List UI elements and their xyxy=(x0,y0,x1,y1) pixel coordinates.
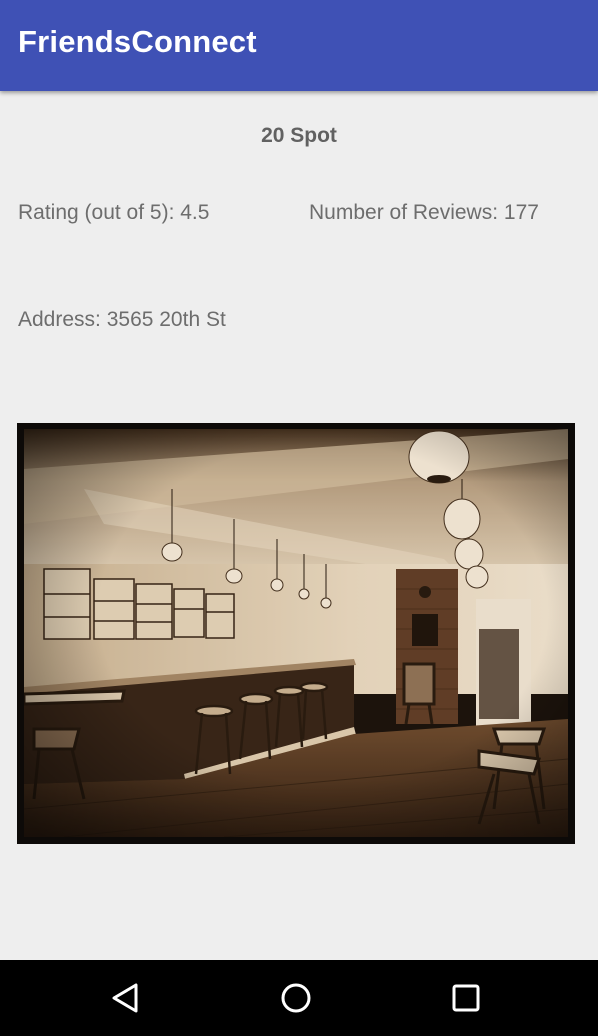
reviews-count-text: Number of Reviews: 177 xyxy=(309,201,539,224)
system-navigation-bar xyxy=(0,960,598,1036)
place-detail-content: 20 Spot Rating (out of 5): 4.5 Number of… xyxy=(0,91,598,960)
app-title: FriendsConnect xyxy=(18,24,257,59)
place-photo xyxy=(17,423,575,844)
place-name: 20 Spot xyxy=(261,124,337,147)
address-text: Address: 3565 20th St xyxy=(18,308,226,331)
app-bar: FriendsConnect xyxy=(0,0,598,91)
home-circle-icon[interactable] xyxy=(278,980,314,1016)
recents-square-icon[interactable] xyxy=(448,980,484,1016)
back-triangle-icon[interactable] xyxy=(108,980,144,1016)
rating-text: Rating (out of 5): 4.5 xyxy=(18,201,210,224)
cafe-interior-image xyxy=(24,429,568,837)
